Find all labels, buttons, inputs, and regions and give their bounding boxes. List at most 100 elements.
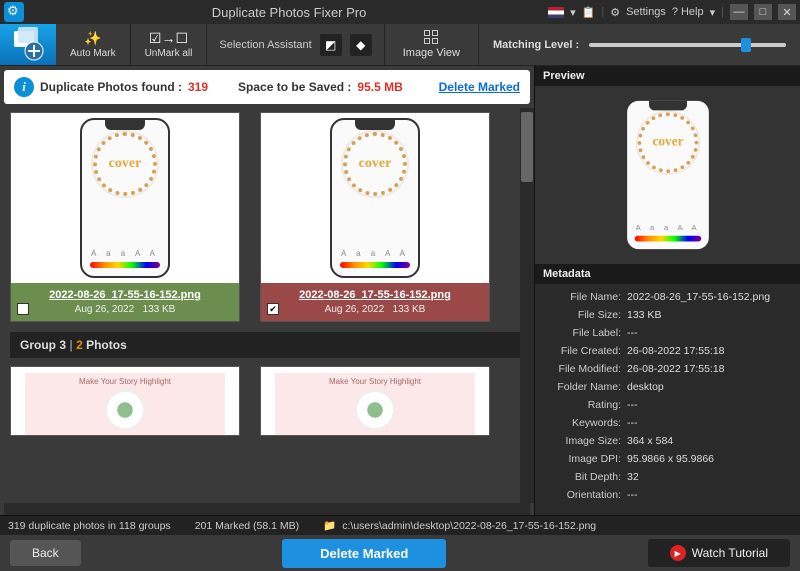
- thumbnail-info: Aug 26, 2022 133 KB: [17, 304, 233, 315]
- image-view-button[interactable]: Image View: [385, 24, 479, 65]
- gear-icon: ⚙: [610, 6, 620, 19]
- unmark-all-button[interactable]: ☑→☐ UnMark all: [131, 24, 208, 65]
- dropdown-icon[interactable]: ▾: [570, 6, 576, 19]
- metadata-key: File Modified:: [543, 363, 627, 375]
- horizontal-scrollbar[interactable]: [4, 503, 530, 515]
- metadata-key: Folder Name:: [543, 381, 627, 393]
- metadata-row: File Size:133 KB: [535, 306, 800, 324]
- found-label: Duplicate Photos found :: [40, 80, 182, 94]
- preview-header: Preview: [535, 66, 800, 86]
- close-button[interactable]: ✕: [778, 4, 796, 20]
- metadata-value: ---: [627, 489, 792, 501]
- group-label: Group 3: [20, 338, 66, 352]
- metadata-row: File Name:2022-08-26_17-55-16-152.png: [535, 288, 800, 306]
- metadata-key: Orientation:: [543, 489, 627, 501]
- matching-level-label: Matching Level :: [493, 39, 579, 51]
- unmark-all-label: UnMark all: [145, 48, 193, 59]
- image-view-label: Image View: [403, 47, 460, 59]
- info-icon: i: [14, 77, 34, 97]
- maximize-button[interactable]: □: [754, 4, 772, 20]
- dropdown-icon[interactable]: ▾: [710, 6, 716, 19]
- info-bar: i Duplicate Photos found : 319 Space to …: [4, 70, 530, 104]
- group-suffix: Photos: [86, 338, 127, 352]
- metadata-value: desktop: [627, 381, 792, 393]
- metadata-key: Image DPI:: [543, 453, 627, 465]
- thumbnail-filename: 2022-08-26_17-55-16-152.png: [267, 289, 483, 301]
- space-label: Space to be Saved :: [238, 80, 351, 94]
- bottom-bar: Back Delete Marked ▶ Watch Tutorial: [0, 535, 800, 571]
- metadata-key: Rating:: [543, 399, 627, 411]
- grid-icon: [424, 30, 438, 44]
- metadata-row: Image DPI:95.9866 x 95.9866: [535, 450, 800, 468]
- metadata-value: ---: [627, 417, 792, 429]
- metadata-key: Bit Depth:: [543, 471, 627, 483]
- metadata-value: ---: [627, 327, 792, 339]
- status-duplicates: 319 duplicate photos in 118 groups: [8, 520, 171, 532]
- register-icon[interactable]: 📋: [582, 6, 596, 19]
- metadata-row: Orientation:---: [535, 486, 800, 504]
- back-button[interactable]: Back: [10, 540, 81, 566]
- thumbnail[interactable]: Make Your Story Highlight: [10, 366, 240, 436]
- wand-icon: ✨: [84, 30, 101, 46]
- metadata-row: Bit Depth:32: [535, 468, 800, 486]
- selection-invert-button[interactable]: ◩: [320, 34, 342, 56]
- metadata-table: File Name:2022-08-26_17-55-16-152.pngFil…: [535, 284, 800, 515]
- matching-level-slider[interactable]: [589, 43, 786, 47]
- scrollbar-thumb[interactable]: [521, 112, 533, 182]
- auto-mark-label: Auto Mark: [70, 48, 116, 59]
- delete-marked-link[interactable]: Delete Marked: [439, 80, 520, 94]
- matching-level-control: Matching Level :: [479, 24, 800, 65]
- metadata-row: Image Size:364 x 584: [535, 432, 800, 450]
- play-icon: ▶: [670, 545, 686, 561]
- auto-mark-button[interactable]: ✨ Auto Mark: [56, 24, 131, 65]
- metadata-row: File Created:26-08-2022 17:55:18: [535, 342, 800, 360]
- settings-link[interactable]: Settings: [626, 6, 666, 18]
- details-pane: Preview coverA a a A A Metadata File Nam…: [534, 66, 800, 515]
- app-title: Duplicate Photos Fixer Pro: [30, 5, 548, 20]
- selection-eraser-button[interactable]: ◆: [350, 34, 372, 56]
- metadata-value: 95.9866 x 95.9866: [627, 453, 792, 465]
- vertical-scrollbar[interactable]: [520, 108, 534, 503]
- space-value: 95.5 MB: [357, 80, 402, 94]
- metadata-value: 26-08-2022 17:55:18: [627, 345, 792, 357]
- metadata-row: Rating:---: [535, 396, 800, 414]
- titlebar: Duplicate Photos Fixer Pro ▾ 📋 | ⚙ Setti…: [0, 0, 800, 24]
- metadata-key: File Size:: [543, 309, 627, 321]
- thumbnail[interactable]: Make Your Story Highlight: [260, 366, 490, 436]
- delete-marked-button[interactable]: Delete Marked: [282, 539, 446, 568]
- folder-icon: 📁: [323, 519, 336, 532]
- selection-assistant-label: Selection Assistant: [219, 39, 311, 51]
- metadata-key: File Created:: [543, 345, 627, 357]
- minimize-button[interactable]: —: [730, 4, 748, 20]
- metadata-value: 133 KB: [627, 309, 792, 321]
- results-pane: i Duplicate Photos found : 319 Space to …: [0, 66, 534, 515]
- app-logo: [0, 24, 56, 65]
- metadata-row: File Label:---: [535, 324, 800, 342]
- watch-tutorial-button[interactable]: ▶ Watch Tutorial: [648, 539, 790, 567]
- metadata-row: Keywords:---: [535, 414, 800, 432]
- metadata-header: Metadata: [535, 264, 800, 284]
- help-link[interactable]: ? Help: [672, 6, 704, 18]
- slider-thumb[interactable]: [741, 38, 751, 52]
- language-flag-icon[interactable]: [548, 7, 564, 18]
- thumbnail-info: Aug 26, 2022 133 KB: [267, 304, 483, 315]
- thumbnail-checkbox[interactable]: ✔: [267, 303, 279, 315]
- thumbnail[interactable]: coverA a a A A 2022-08-26_17-55-16-152.p…: [260, 112, 490, 322]
- toolbar: ✨ Auto Mark ☑→☐ UnMark all Selection Ass…: [0, 24, 800, 66]
- thumbnail-checkbox[interactable]: [17, 303, 29, 315]
- uncheck-icon: ☑→☐: [149, 30, 188, 46]
- metadata-value: 2022-08-26_17-55-16-152.png: [627, 291, 792, 303]
- group-header: Group 3 | 2 Photos: [10, 332, 524, 358]
- app-icon: [4, 2, 24, 22]
- metadata-row: File Modified:26-08-2022 17:55:18: [535, 360, 800, 378]
- metadata-key: File Label:: [543, 327, 627, 339]
- thumbnail[interactable]: coverA a a A A 2022-08-26_17-55-16-152.p…: [10, 112, 240, 322]
- metadata-row: Folder Name:desktop: [535, 378, 800, 396]
- watch-tutorial-label: Watch Tutorial: [692, 546, 768, 560]
- status-marked: 201 Marked (58.1 MB): [195, 520, 299, 532]
- status-path: c:\users\admin\desktop\2022-08-26_17-55-…: [342, 520, 596, 532]
- metadata-key: File Name:: [543, 291, 627, 303]
- metadata-key: Keywords:: [543, 417, 627, 429]
- found-count: 319: [188, 80, 208, 94]
- metadata-value: 364 x 584: [627, 435, 792, 447]
